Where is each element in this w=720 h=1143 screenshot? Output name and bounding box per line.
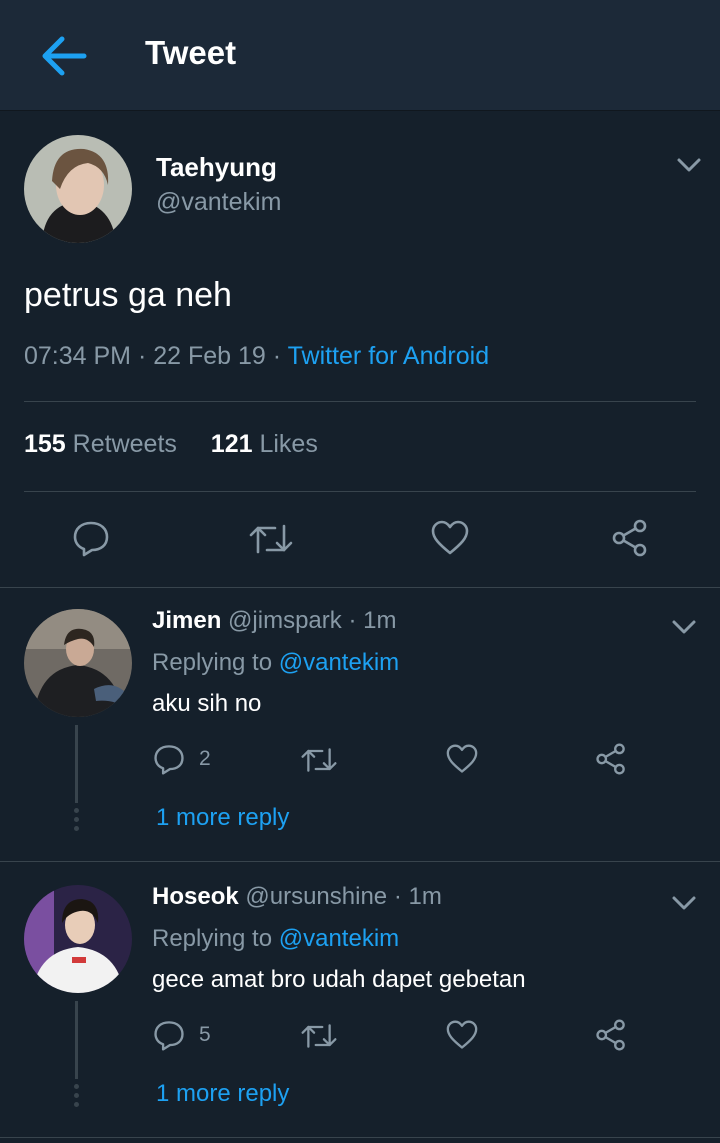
reply-button[interactable] [153,743,185,775]
top-bar: Tweet [0,0,720,111]
reply-age: 1m [408,883,442,910]
chevron-down-icon [672,620,696,634]
replying-prefix: Replying to [152,649,273,676]
tweet-date: 22 Feb 19 [153,342,266,370]
page-title: Tweet [145,34,237,71]
meta-separator: · [393,883,402,910]
reply-button[interactable] [153,1019,185,1051]
more-replies-link[interactable]: 1 more reply [156,804,289,832]
reply-icon [73,521,109,557]
reply-menu-button[interactable] [671,619,697,635]
retweets-stat[interactable]: 155 Retweets [24,430,177,458]
retweet-button[interactable] [249,522,293,556]
chevron-down-icon [677,158,701,172]
reply-text: aku sih no [152,690,262,717]
divider [0,861,720,862]
retweet-button[interactable] [301,1022,337,1050]
thread-line [75,725,78,803]
reply-author-handle[interactable]: @ursunshine [245,883,387,910]
share-button[interactable] [595,743,627,775]
divider [24,491,696,492]
heart-icon [446,744,478,773]
thread-dots [74,808,79,835]
retweet-icon [249,524,293,554]
reply-count: 5 [199,1023,211,1046]
meta-separator: · [137,342,147,370]
likes-stat[interactable]: 121 Likes [211,430,318,458]
avatar[interactable] [24,135,132,243]
replying-to-link[interactable]: @vantekim [279,649,399,676]
like-button[interactable] [446,1020,478,1050]
reply-header: Hoseok @ursunshine · 1m [152,883,442,911]
retweet-icon [301,748,337,772]
thread-line [75,1001,78,1079]
likes-label: Likes [259,430,318,458]
avatar[interactable] [24,609,132,717]
likes-count: 121 [210,430,253,458]
replying-to: Replying to @vantekim [152,649,399,677]
reply-count: 2 [199,747,211,770]
retweets-count: 155 [24,430,66,458]
reply-icon [154,745,184,775]
tweet-menu-button[interactable] [676,157,702,173]
author-handle[interactable]: @vantekim [156,188,281,217]
tweet-meta: 07:34 PM · 22 Feb 19 · Twitter for Andro… [24,342,489,371]
avatar[interactable] [24,885,132,993]
reply-button[interactable] [72,519,110,557]
retweets-label: Retweets [72,430,177,458]
reply-age: 1m [363,607,397,634]
tweet-stats: 155 Retweets 121 Likes [24,430,318,459]
arrow-left-icon [42,36,87,76]
reply-author-name[interactable]: Jimen [152,607,221,634]
reply-author-handle[interactable]: @jimspark [228,607,342,634]
tweet-text: petrus ga neh [24,276,232,314]
meta-separator: · [348,607,357,634]
replying-to-link[interactable]: @vantekim [279,925,399,952]
retweet-button[interactable] [301,746,337,774]
reply-icon [154,1021,184,1051]
replying-prefix: Replying to [152,925,273,952]
tweet-source-link[interactable]: Twitter for Android [288,342,489,370]
reply-menu-button[interactable] [671,895,697,911]
share-icon [596,743,625,775]
more-replies-link[interactable]: 1 more reply [156,1080,289,1108]
heart-icon [431,520,469,555]
share-button[interactable] [611,519,649,557]
reply-header: Jimen @jimspark · 1m [152,607,396,635]
like-button[interactable] [446,744,478,774]
divider [0,587,720,588]
share-icon [596,1019,625,1051]
share-icon [612,519,647,557]
heart-icon [446,1020,478,1049]
back-button[interactable] [38,33,88,79]
tweet-time: 07:34 PM [24,342,132,370]
reply-text: gece amat bro udah dapet gebetan [152,966,526,993]
chevron-down-icon [672,896,696,910]
retweet-icon [301,1024,337,1048]
divider [0,1137,720,1138]
like-button[interactable] [431,520,469,556]
share-button[interactable] [595,1019,627,1051]
author-name[interactable]: Taehyung [156,152,277,183]
thread-dots [74,1084,79,1111]
reply-author-name[interactable]: Hoseok [152,883,239,910]
divider [24,401,696,402]
meta-separator: · [272,342,282,370]
replying-to: Replying to @vantekim [152,925,399,953]
